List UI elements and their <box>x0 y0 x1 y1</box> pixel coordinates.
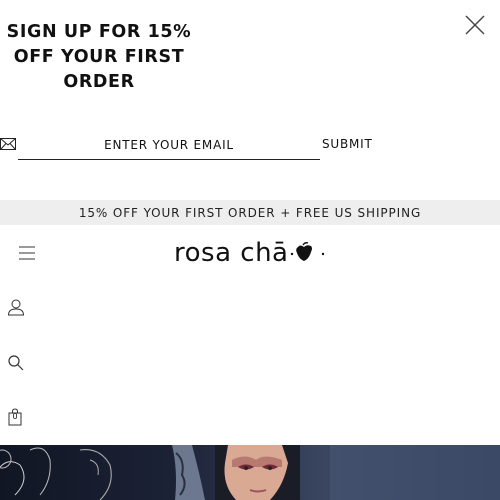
user-icon <box>7 299 25 316</box>
menu-button[interactable] <box>18 245 36 261</box>
logo-mark-icon <box>291 242 325 261</box>
cart-count: 0 <box>12 412 18 421</box>
close-popup-button[interactable] <box>462 12 488 38</box>
hero-photo <box>0 445 500 500</box>
hero-image <box>0 445 500 500</box>
popup-heading: SIGN UP FOR 15% OFF YOUR FIRST ORDER <box>0 20 198 95</box>
email-signup-form: SUBMIT <box>0 130 500 162</box>
announcement-bar: 15% OFF YOUR FIRST ORDER + FREE US SHIPP… <box>0 200 500 225</box>
popup-heading-line3: ORDER <box>63 72 135 92</box>
logo-text: rosa chā <box>174 238 289 268</box>
email-input[interactable] <box>18 130 320 160</box>
announcement-text: 15% OFF YOUR FIRST ORDER + FREE US SHIPP… <box>78 205 422 220</box>
site-header: rosa chā 0 <box>0 225 500 445</box>
close-icon <box>465 15 485 35</box>
account-button[interactable] <box>7 298 25 316</box>
cart-button[interactable]: 0 <box>7 408 25 426</box>
envelope-icon <box>0 138 16 150</box>
search-icon <box>8 355 24 371</box>
site-logo[interactable]: rosa chā <box>174 237 326 269</box>
popup-heading-line2: OFF YOUR FIRST <box>13 47 185 67</box>
submit-button[interactable]: SUBMIT <box>322 134 373 154</box>
search-button[interactable] <box>7 354 25 372</box>
signup-popup: SIGN UP FOR 15% OFF YOUR FIRST ORDER SUB… <box>0 0 500 200</box>
popup-heading-line1: SIGN UP FOR 15% <box>6 22 192 42</box>
hamburger-icon <box>19 246 35 260</box>
